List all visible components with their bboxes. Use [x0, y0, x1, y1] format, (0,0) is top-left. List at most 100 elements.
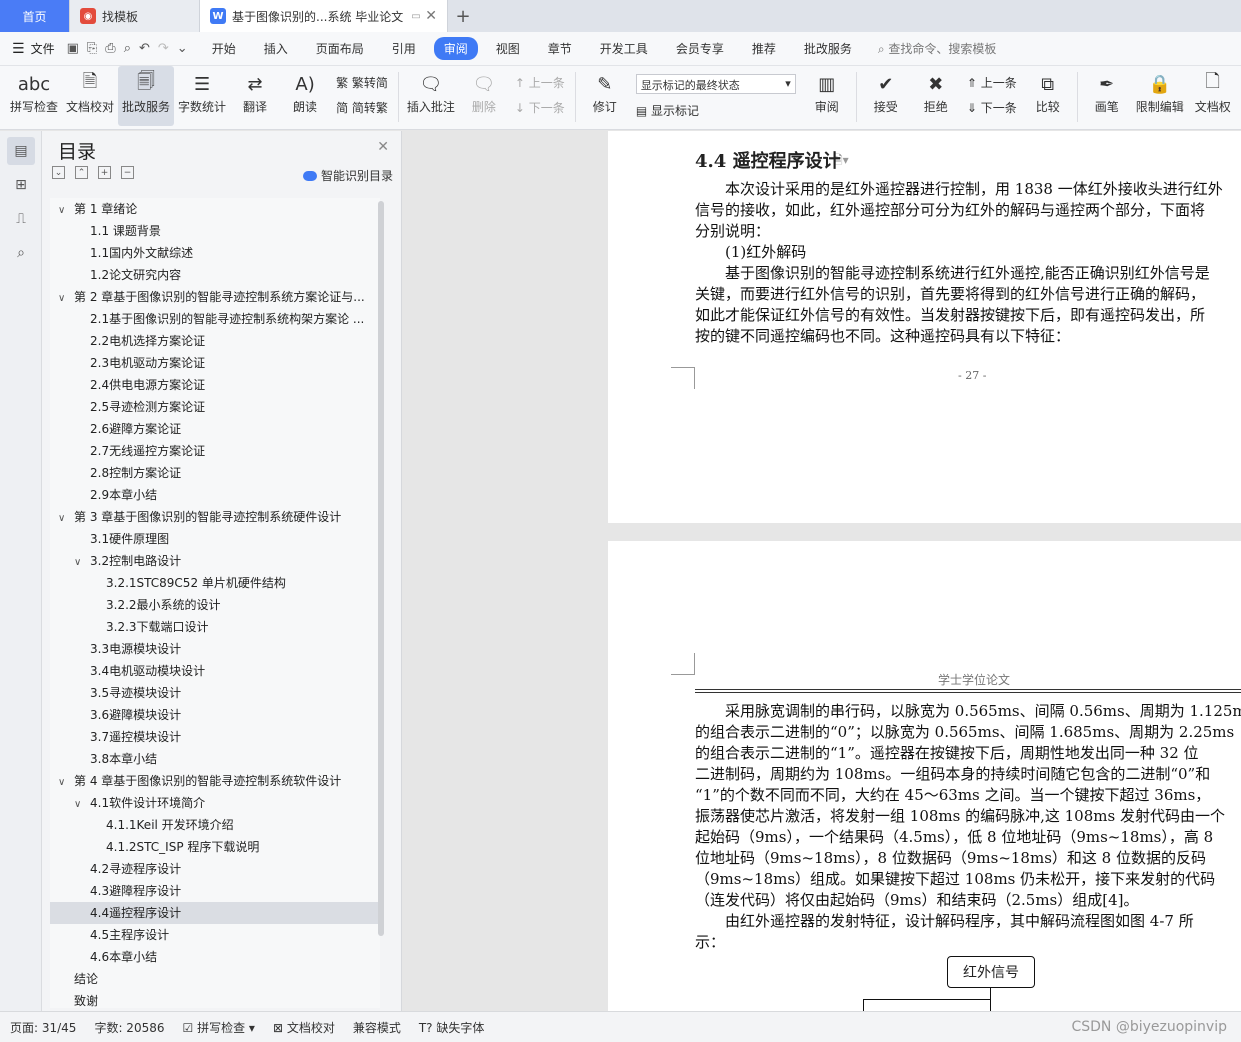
export-icon[interactable]: ⎘ [87, 41, 97, 56]
compare-button[interactable]: ⧉ 比较 [1023, 66, 1073, 126]
word-count-button[interactable]: ☰ 字数统计 [174, 66, 230, 126]
toc-item[interactable]: 3.4电机驱动模块设计 [50, 660, 380, 682]
doc-proof-button[interactable]: 🗎 文档校对 [62, 66, 118, 126]
next-change-button[interactable]: ⇓ 下一条 [967, 99, 1017, 116]
close-icon[interactable]: ✕ [377, 139, 389, 155]
toc-item[interactable]: 1.1 课题背景 [50, 220, 380, 242]
review-pane-button[interactable]: ▥ 审阅 [802, 66, 852, 126]
toc-item[interactable]: 2.1基于图像识别的智能寻迹控制系统构架方案论 ... [50, 308, 380, 330]
toc-item[interactable]: 4.6本章小结 [50, 946, 380, 968]
track-changes-button[interactable]: ✎ 修订 [580, 66, 630, 126]
menu-chapter[interactable]: 章节 [538, 37, 582, 60]
prev-change-button[interactable]: ⇑ 上一条 [967, 74, 1017, 91]
missing-font-status[interactable]: T? 缺失字体 [419, 1019, 485, 1036]
menu-layout[interactable]: 页面布局 [306, 37, 374, 60]
chevron-down-icon[interactable]: ∨ [74, 794, 90, 814]
toc-item[interactable]: 4.3避障程序设计 [50, 880, 380, 902]
chevron-down-icon[interactable]: ∨ [58, 772, 74, 792]
toc-item[interactable]: 1.1国内外文献综述 [50, 242, 380, 264]
next-comment-button[interactable]: ↓ 下一条 [515, 99, 565, 116]
review-service-button[interactable]: 🗐 批改服务 [118, 66, 175, 126]
toc-item[interactable]: 3.6避障模块设计 [50, 704, 380, 726]
command-search[interactable]: ⌕ 查找命令、搜索模板 [878, 40, 997, 57]
print-icon[interactable]: ⎙ [105, 41, 115, 56]
smart-toc-button[interactable]: 智能识别目录 [302, 167, 393, 184]
redo-icon[interactable]: ↷ [158, 41, 169, 56]
add-level-icon[interactable]: + [98, 166, 111, 179]
search-icon[interactable]: ⌕ [7, 239, 35, 267]
menu-recommend[interactable]: 推荐 [742, 37, 786, 60]
page-indicator[interactable]: 页面: 31/45 [10, 1019, 76, 1036]
reject-button[interactable]: ✖ 拒绝 [911, 66, 961, 126]
toc-item[interactable]: 3.5寻迹模块设计 [50, 682, 380, 704]
close-icon[interactable]: ✕ [425, 8, 437, 24]
toc-item[interactable]: 3.1硬件原理图 [50, 528, 380, 550]
chevron-down-icon[interactable]: ∨ [58, 288, 74, 308]
toc-item[interactable]: ∨ 第 2 章基于图像识别的智能寻迹控制系统方案论证与... [50, 286, 380, 308]
remove-level-icon[interactable]: − [121, 166, 134, 179]
toc-item[interactable]: ∨ 3.2控制电路设计 [50, 550, 380, 572]
chapter-nav-icon[interactable]: ⊞ [7, 171, 35, 199]
toc-item[interactable]: 3.2.3下载端口设计 [50, 616, 380, 638]
markup-state-select[interactable]: 显示标记的最终状态 ▾ [635, 74, 796, 94]
toc-item[interactable]: 3.8本章小结 [50, 748, 380, 770]
tab-home[interactable]: 首页 [0, 0, 70, 32]
menu-insert[interactable]: 插入 [254, 37, 298, 60]
toc-item[interactable]: 1.2论文研究内容 [50, 264, 380, 286]
simp-to-trad-button[interactable]: 简 简转繁 [336, 99, 388, 116]
menu-member[interactable]: 会员专享 [666, 37, 734, 60]
delete-comment-button[interactable]: 🗨 删除 [459, 66, 509, 126]
menu-review-service[interactable]: 批改服务 [794, 37, 862, 60]
translate-button[interactable]: ⇄ 翻译 [230, 66, 280, 126]
menu-reference[interactable]: 引用 [382, 37, 426, 60]
toc-item[interactable]: 结论 [50, 968, 380, 990]
monitor-icon[interactable]: ▭ [411, 11, 420, 22]
expand-all-icon[interactable]: ⌃ [75, 166, 88, 179]
spell-check-status[interactable]: ☑ 拼写检查 ▾ [183, 1019, 255, 1036]
preview-icon[interactable]: ⌕ [124, 41, 131, 56]
toc-item[interactable]: 4.2寻迹程序设计 [50, 858, 380, 880]
doc-rights-button[interactable]: 🗋 文档权 [1188, 66, 1238, 126]
toc-item[interactable]: 2.7无线遥控方案论证 [50, 440, 380, 462]
toc-item[interactable]: 4.4遥控程序设计 [50, 902, 380, 924]
insert-comment-button[interactable]: 🗨 插入批注 [403, 66, 459, 126]
pen-button[interactable]: ✒ 画笔 [1082, 66, 1132, 126]
save-icon[interactable]: ▣ [67, 41, 79, 56]
file-menu[interactable]: ☰ 文件 [0, 40, 67, 57]
menu-review[interactable]: 审阅 [433, 37, 478, 60]
toc-item[interactable]: 4.5主程序设计 [50, 924, 380, 946]
menu-view[interactable]: 视图 [486, 37, 530, 60]
chevron-down-icon[interactable]: ∨ [58, 508, 74, 528]
chevron-down-icon[interactable]: ∨ [74, 552, 90, 572]
tab-document[interactable]: W 基于图像识别的...系统 毕业论文 ▭ ✕ [200, 0, 448, 32]
toc-pane-icon[interactable]: ▤ [7, 137, 35, 165]
more-icon[interactable]: ⌄ [177, 41, 188, 56]
toc-item[interactable]: 2.2电机选择方案论证 [50, 330, 380, 352]
chevron-down-icon[interactable]: ∨ [58, 200, 74, 220]
toc-item[interactable]: 4.1.1Keil 开发环境介绍 [50, 814, 380, 836]
toc-item[interactable]: 2.8控制方案论证 [50, 462, 380, 484]
toc-item[interactable]: 2.6避障方案论证 [50, 418, 380, 440]
tab-template[interactable]: ◉ 找模板 [70, 0, 200, 32]
toc-item[interactable]: ∨ 4.1软件设计环境简介 [50, 792, 380, 814]
toc-item[interactable]: 2.4供电电源方案论证 [50, 374, 380, 396]
toc-item[interactable]: 4.1.2STC_ISP 程序下载说明 [50, 836, 380, 858]
toc-item[interactable]: 3.2.1STC89C52 单片机硬件结构 [50, 572, 380, 594]
document-page[interactable]: 学士学位论文 采用脉宽调制的串行码，以脉宽为 0.565ms、间隔 0.56ms… [608, 541, 1241, 1011]
toc-item[interactable]: 2.5寻迹检测方案论证 [50, 396, 380, 418]
toc-item[interactable]: 2.3电机驱动方案论证 [50, 352, 380, 374]
word-count[interactable]: 字数: 20586 [94, 1019, 164, 1036]
toc-scrollbar[interactable] [378, 201, 384, 936]
menu-devtools[interactable]: 开发工具 [590, 37, 658, 60]
toc-item[interactable]: 致谢 [50, 990, 380, 1008]
toc-item[interactable]: 3.2.2最小系统的设计 [50, 594, 380, 616]
toc-item[interactable]: 3.7遥控模块设计 [50, 726, 380, 748]
menu-start[interactable]: 开始 [202, 37, 246, 60]
spell-check-button[interactable]: abc 拼写检查 [6, 66, 62, 126]
show-markup-button[interactable]: ▤ 显示标记 [636, 102, 796, 119]
read-aloud-button[interactable]: A) 朗读 [280, 66, 330, 126]
document-page[interactable]: 🗎▾ 4.4 遥控程序设计 本次设计采用的是红外遥控器进行控制，用 1838 一… [608, 131, 1241, 523]
toc-item[interactable]: ∨ 第 1 章绪论 [50, 198, 380, 220]
prev-comment-button[interactable]: ↑ 上一条 [515, 74, 565, 91]
restrict-edit-button[interactable]: 🔒 限制编辑 [1132, 66, 1188, 126]
